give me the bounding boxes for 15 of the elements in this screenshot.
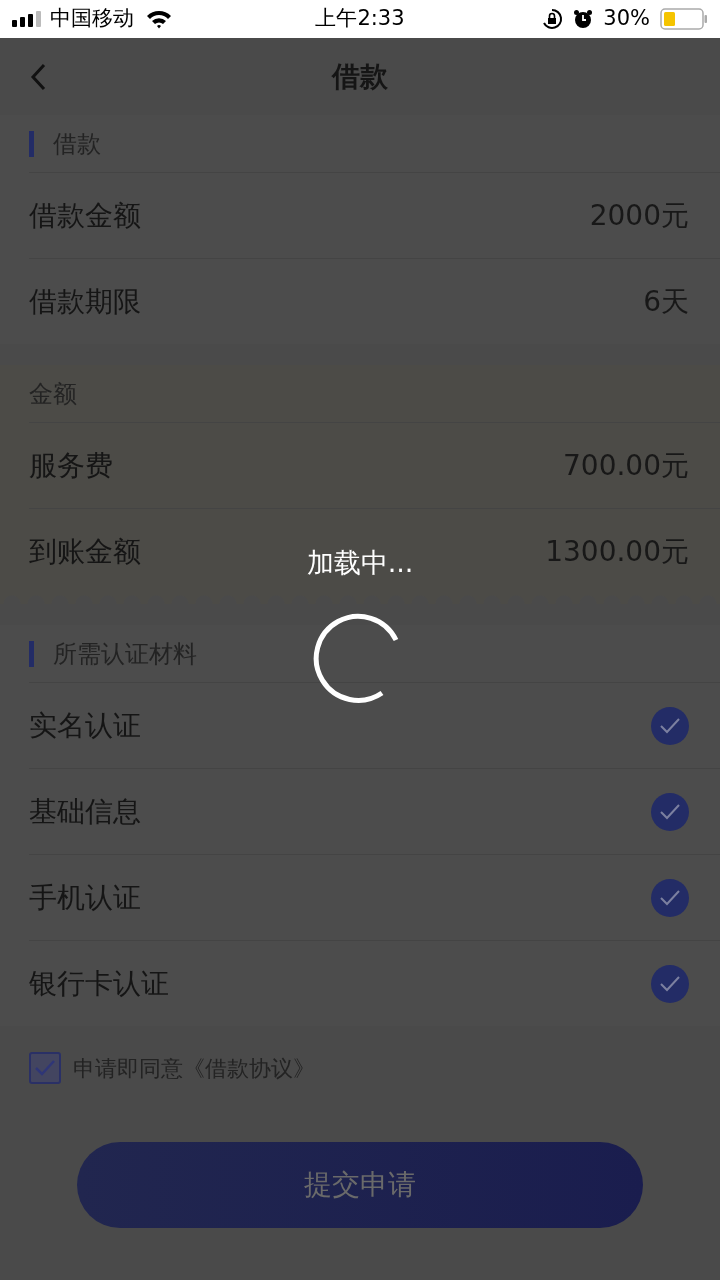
battery-icon (660, 8, 708, 30)
submit-button[interactable]: 提交申请 (77, 1142, 643, 1228)
battery-percent: 30% (603, 5, 650, 33)
signal-icon (12, 11, 42, 27)
row-label: 借款金额 (29, 197, 141, 234)
carrier-name: 中国移动 (50, 5, 134, 33)
wifi-icon (146, 9, 172, 29)
row-label: 借款期限 (29, 283, 141, 320)
row-label: 服务费 (29, 447, 113, 484)
status-time: 上午2:33 (315, 5, 405, 33)
alarm-icon (573, 9, 594, 29)
agreement-checkbox[interactable] (29, 1052, 61, 1084)
rotation-lock-icon (541, 8, 564, 30)
loading-text: 加载中... (306, 546, 414, 580)
check-icon (34, 1059, 56, 1077)
